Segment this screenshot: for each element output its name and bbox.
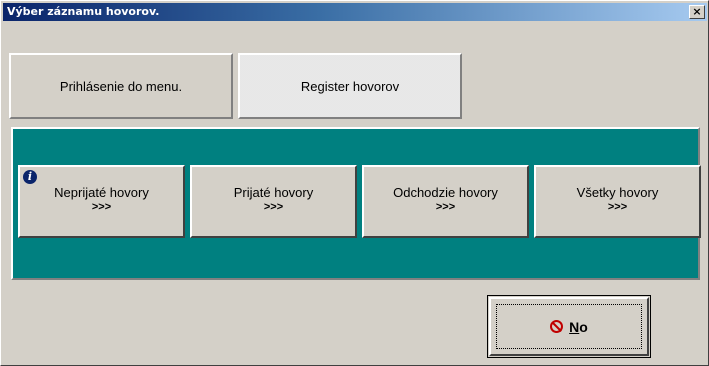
dialog-window: Výber záznamu hovorov. × Prihlásenie do … bbox=[0, 0, 709, 366]
outgoing-calls-button[interactable]: Odchodzie hovory >>> bbox=[362, 165, 529, 238]
title-bar[interactable]: Výber záznamu hovorov. × bbox=[3, 3, 707, 21]
close-icon: × bbox=[692, 5, 702, 18]
call-type-panel: i Neprijaté hovory >>> Prijaté hovory >>… bbox=[11, 127, 701, 280]
no-button-mnemonic: N bbox=[569, 318, 580, 335]
no-button[interactable]: No bbox=[487, 295, 651, 358]
stop-icon bbox=[550, 320, 564, 333]
close-button[interactable]: × bbox=[689, 5, 705, 19]
tab-menu-login-label: Prihlásenie do menu. bbox=[59, 78, 183, 94]
tab-call-register-label: Register hovorov bbox=[300, 78, 400, 94]
received-calls-button[interactable]: Prijaté hovory >>> bbox=[190, 165, 357, 238]
tab-menu-login[interactable]: Prihlásenie do menu. bbox=[9, 53, 233, 119]
missed-calls-button[interactable]: i Neprijaté hovory >>> bbox=[18, 165, 185, 238]
no-button-content: No bbox=[550, 319, 588, 335]
info-icon: i bbox=[23, 170, 37, 184]
missed-calls-arrows: >>> bbox=[91, 201, 112, 213]
missed-calls-label: Neprijaté hovory bbox=[54, 185, 149, 200]
all-calls-label: Všetky hovory bbox=[576, 185, 659, 200]
no-button-label-rest: o bbox=[579, 318, 588, 335]
tab-call-register[interactable]: Register hovorov bbox=[238, 53, 462, 119]
received-calls-label: Prijaté hovory bbox=[233, 185, 314, 200]
outgoing-calls-arrows: >>> bbox=[435, 201, 456, 213]
outgoing-calls-label: Odchodzie hovory bbox=[393, 185, 498, 200]
no-button-face: No bbox=[489, 297, 649, 356]
all-calls-button[interactable]: Všetky hovory >>> bbox=[534, 165, 701, 238]
received-calls-arrows: >>> bbox=[263, 201, 284, 213]
window-title: Výber záznamu hovorov. bbox=[7, 5, 160, 18]
all-calls-arrows: >>> bbox=[607, 201, 628, 213]
no-button-label: No bbox=[569, 319, 588, 335]
